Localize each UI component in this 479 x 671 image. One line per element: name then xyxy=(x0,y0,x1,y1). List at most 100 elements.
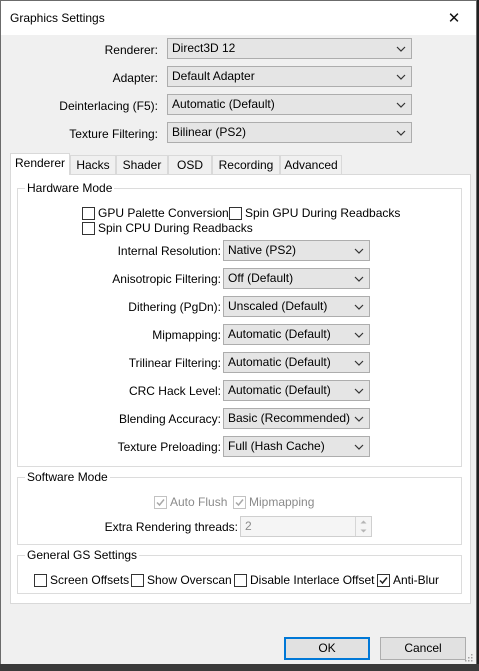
screen-offsets-checkbox[interactable] xyxy=(34,573,47,587)
auto-flush-label: Auto Flush xyxy=(170,495,228,509)
chevron-down-icon xyxy=(353,269,365,288)
anti-blur-checkbox[interactable] xyxy=(377,573,390,587)
ok-button[interactable]: OK xyxy=(284,637,370,660)
chevron-down-icon xyxy=(353,297,365,316)
chevron-down-icon xyxy=(353,409,365,428)
renderer-tab-panel: Hardware Mode GPU Palette Conversion Spi… xyxy=(10,174,471,604)
gpu-palette-checkbox[interactable] xyxy=(82,206,95,220)
spin-cpu-label: Spin CPU During Readbacks xyxy=(98,221,253,235)
tab-advanced[interactable]: Advanced xyxy=(280,155,342,174)
trilinear-filtering-label: Trilinear Filtering: xyxy=(128,356,221,370)
chevron-down-icon xyxy=(353,437,365,456)
software-mipmapping-checkbox xyxy=(233,495,246,509)
check-icon xyxy=(235,498,244,506)
adapter-value: Default Adapter xyxy=(172,69,255,83)
gpu-palette-label: GPU Palette Conversion xyxy=(98,206,229,220)
tab-recording[interactable]: Recording xyxy=(212,155,280,174)
internal-resolution-value: Native (PS2) xyxy=(228,243,297,257)
internal-resolution-label: Internal Resolution: xyxy=(117,244,221,258)
hardware-mode-group: Hardware Mode GPU Palette Conversion Spi… xyxy=(17,181,462,467)
chevron-down-icon xyxy=(395,123,407,142)
show-overscan-option[interactable]: Show Overscan xyxy=(131,573,232,587)
mipmapping-value: Automatic (Default) xyxy=(228,327,331,341)
blending-accuracy-value: Basic (Recommended) xyxy=(228,411,351,425)
spin-down-icon xyxy=(356,526,371,535)
renderer-select[interactable]: Direct3D 12 xyxy=(167,38,412,59)
spin-buttons xyxy=(355,517,371,536)
disable-interlace-offset-label: Disable Interlace Offset xyxy=(250,573,375,587)
tab-hacks[interactable]: Hacks xyxy=(70,155,116,174)
texture-filtering-select[interactable]: Bilinear (PS2) xyxy=(167,122,412,143)
title-bar[interactable]: Graphics Settings ✕ xyxy=(1,1,476,35)
close-button[interactable]: ✕ xyxy=(432,1,476,35)
texture-preloading-label: Texture Preloading: xyxy=(117,440,221,454)
auto-flush-checkbox xyxy=(154,495,167,509)
tab-renderer[interactable]: Renderer xyxy=(10,153,70,175)
extra-rendering-threads-spinbox: 2 xyxy=(240,516,372,537)
disable-interlace-offset-checkbox[interactable] xyxy=(234,573,247,587)
spin-cpu-option[interactable]: Spin CPU During Readbacks xyxy=(82,221,253,235)
software-mode-group: Software Mode Auto Flush Mipmapping Extr… xyxy=(17,470,462,545)
spin-cpu-checkbox[interactable] xyxy=(82,221,95,235)
dithering-select[interactable]: Unscaled (Default) xyxy=(223,296,370,317)
spin-gpu-option[interactable]: Spin GPU During Readbacks xyxy=(229,206,400,220)
renderer-label: Renderer: xyxy=(104,43,158,57)
software-mipmapping-label: Mipmapping xyxy=(249,495,315,509)
graphics-settings-window: Graphics Settings ✕ Renderer: Direct3D 1… xyxy=(0,0,477,666)
extra-rendering-threads-value: 2 xyxy=(245,519,252,533)
crc-hack-level-select[interactable]: Automatic (Default) xyxy=(223,380,370,401)
screen-offsets-label: Screen Offsets xyxy=(50,573,130,587)
cancel-button[interactable]: Cancel xyxy=(380,637,466,660)
deinterlacing-value: Automatic (Default) xyxy=(172,97,275,111)
chevron-down-icon xyxy=(395,95,407,114)
texture-filtering-value: Bilinear (PS2) xyxy=(172,125,247,139)
general-gs-settings-group: General GS Settings Screen Offsets Show … xyxy=(17,548,462,594)
dithering-value: Unscaled (Default) xyxy=(228,299,328,313)
show-overscan-label: Show Overscan xyxy=(147,573,232,587)
anisotropic-filtering-label: Anisotropic Filtering: xyxy=(112,272,221,286)
anisotropic-filtering-select[interactable]: Off (Default) xyxy=(223,268,370,289)
chevron-down-icon xyxy=(353,325,365,344)
adapter-label: Adapter: xyxy=(112,71,158,85)
blending-accuracy-select[interactable]: Basic (Recommended) xyxy=(223,408,370,429)
crc-hack-level-value: Automatic (Default) xyxy=(228,383,331,397)
spin-gpu-checkbox[interactable] xyxy=(229,206,242,220)
mipmapping-select[interactable]: Automatic (Default) xyxy=(223,324,370,345)
texture-preloading-value: Full (Hash Cache) xyxy=(228,439,325,453)
chevron-down-icon xyxy=(395,67,407,86)
deinterlacing-label: Deinterlacing (F5): xyxy=(59,99,158,113)
disable-interlace-offset-option[interactable]: Disable Interlace Offset xyxy=(234,573,375,587)
anisotropic-filtering-value: Off (Default) xyxy=(228,271,294,285)
deinterlacing-select[interactable]: Automatic (Default) xyxy=(167,94,412,115)
check-icon xyxy=(156,498,165,506)
chevron-down-icon xyxy=(353,353,365,372)
check-icon xyxy=(379,576,388,584)
mipmapping-label: Mipmapping: xyxy=(152,328,221,342)
general-gs-settings-title: General GS Settings xyxy=(25,548,140,562)
blending-accuracy-label: Blending Accuracy: xyxy=(118,412,221,426)
adapter-select[interactable]: Default Adapter xyxy=(167,66,412,87)
resize-grip-icon[interactable] xyxy=(463,652,473,662)
spin-up-icon xyxy=(356,517,371,526)
close-icon: ✕ xyxy=(447,10,461,27)
software-mipmapping-option: Mipmapping xyxy=(233,495,314,509)
hardware-mode-title: Hardware Mode xyxy=(25,181,115,195)
window-title: Graphics Settings xyxy=(10,11,105,25)
trilinear-filtering-select[interactable]: Automatic (Default) xyxy=(223,352,370,373)
software-mode-title: Software Mode xyxy=(25,470,110,484)
texture-filtering-label: Texture Filtering: xyxy=(69,127,158,141)
gpu-palette-conversion-option[interactable]: GPU Palette Conversion xyxy=(82,206,229,220)
tab-osd[interactable]: OSD xyxy=(168,155,212,174)
spin-gpu-label: Spin GPU During Readbacks xyxy=(245,206,401,220)
screen-offsets-option[interactable]: Screen Offsets xyxy=(34,573,129,587)
renderer-value: Direct3D 12 xyxy=(172,41,236,55)
extra-rendering-threads-label: Extra Rendering threads: xyxy=(104,520,238,534)
tab-shader[interactable]: Shader xyxy=(116,155,168,174)
chevron-down-icon xyxy=(353,241,365,260)
anti-blur-option[interactable]: Anti-Blur xyxy=(377,573,439,587)
texture-preloading-select[interactable]: Full (Hash Cache) xyxy=(223,436,370,457)
internal-resolution-select[interactable]: Native (PS2) xyxy=(223,240,370,261)
chevron-down-icon xyxy=(395,39,407,58)
dithering-label: Dithering (PgDn): xyxy=(128,300,221,314)
show-overscan-checkbox[interactable] xyxy=(131,573,144,587)
